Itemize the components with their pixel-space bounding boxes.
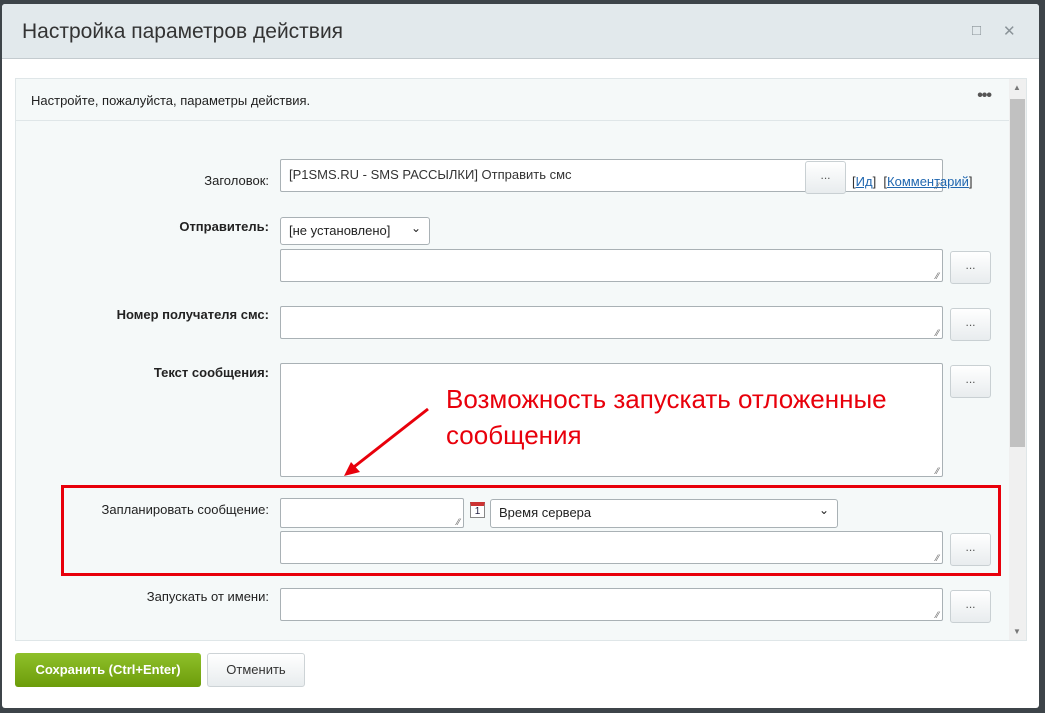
dialog-title: Настройка параметров действия [22, 20, 344, 43]
dialog: Настройка параметров действия □ ✕ Настро… [2, 4, 1039, 708]
phone-picker-button[interactable]: ... [950, 308, 991, 341]
scroll-up-icon[interactable]: ▲ [1013, 83, 1021, 92]
sender-input[interactable] [280, 249, 943, 282]
save-button[interactable]: Сохранить (Ctrl+Enter) [15, 653, 201, 687]
annotation-arrow-icon [344, 407, 429, 476]
sender-select[interactable]: [не установлено] ⌄ [280, 217, 430, 245]
settings-panel: Настройте, пожалуйста, параметры действи… [15, 78, 1027, 641]
chevron-down-icon: ⌄ [410, 221, 421, 235]
text-label: Текст сообщения: [153, 365, 269, 380]
more-icon[interactable]: ••• [977, 87, 992, 105]
phone-label: Номер получателя смс: [116, 307, 269, 322]
sender-select-value: [не установлено] [289, 223, 391, 238]
run-as-input[interactable] [280, 588, 943, 621]
phone-input[interactable] [280, 306, 943, 339]
intro-text: Настройте, пожалуйста, параметры действи… [31, 93, 311, 108]
comment-link[interactable]: Комментарий [887, 174, 969, 189]
sender-label: Отправитель: [179, 219, 269, 234]
dialog-header: Настройка параметров действия □ ✕ [2, 4, 1039, 59]
title-picker-button[interactable]: ... [805, 161, 846, 194]
title-links: [Ид] [Комментарий] [852, 174, 973, 189]
run-as-picker-button[interactable]: ... [950, 590, 991, 623]
run-as-label: Запускать от имени: [146, 589, 269, 604]
maximize-icon[interactable]: □ [972, 22, 981, 39]
annotation-line-1: Возможность запускать отложенные [446, 384, 887, 414]
close-icon[interactable]: ✕ [1003, 22, 1016, 40]
highlight-box [61, 485, 1001, 576]
scrollbar-thumb[interactable] [1010, 99, 1025, 447]
panel-header: Настройте, пожалуйста, параметры действи… [16, 79, 1011, 121]
sender-picker-button[interactable]: ... [950, 251, 991, 284]
title-label: Заголовок: [204, 173, 269, 188]
annotation-text: Возможность запускать отложенные сообщени… [446, 381, 887, 453]
scroll-down-icon[interactable]: ▼ [1013, 627, 1021, 636]
text-picker-button[interactable]: ... [950, 365, 991, 398]
id-link[interactable]: Ид [856, 174, 873, 189]
cancel-button[interactable]: Отменить [207, 653, 305, 687]
annotation-line-2: сообщения [446, 420, 582, 450]
scrollbar[interactable]: ▲ ▼ [1009, 79, 1026, 640]
